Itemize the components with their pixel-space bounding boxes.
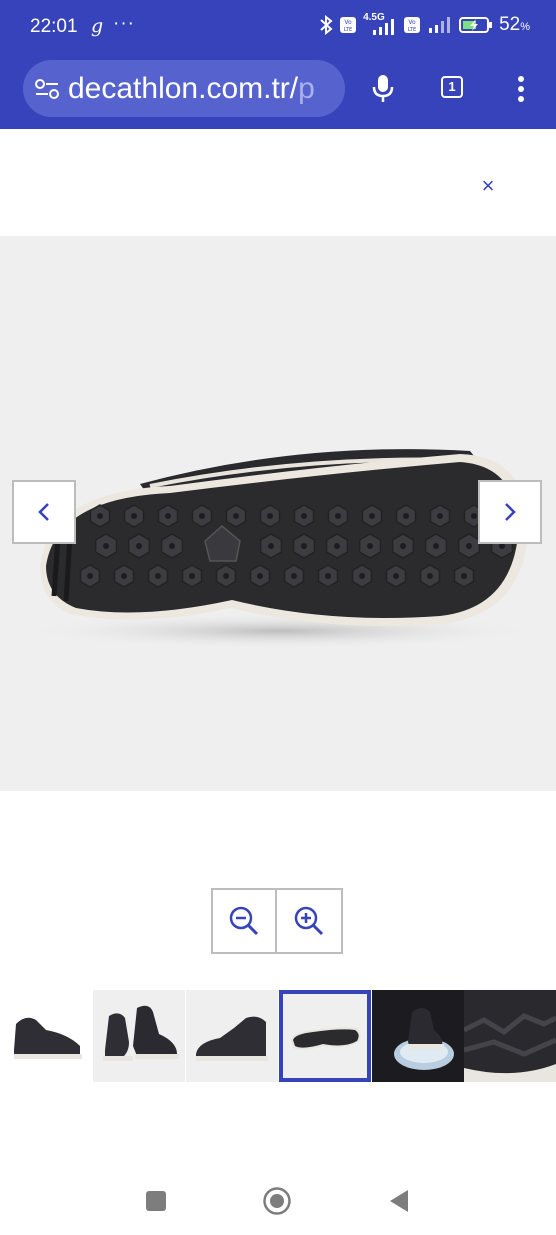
svg-text:Vo: Vo xyxy=(344,19,352,26)
svg-text:LTE: LTE xyxy=(408,27,416,33)
close-viewer-button[interactable]: × xyxy=(474,172,502,200)
g-notification-icon: g xyxy=(91,15,104,37)
svg-text:LTE: LTE xyxy=(344,27,352,33)
thumbnail-shoe-sole[interactable] xyxy=(279,990,371,1082)
svg-text:Vo: Vo xyxy=(408,19,416,26)
product-image-viewer[interactable] xyxy=(0,236,556,791)
chevron-right-icon xyxy=(505,503,516,521)
zoom-in-icon xyxy=(294,906,324,936)
clock: 22:01 xyxy=(30,16,78,37)
battery-charging-icon xyxy=(459,17,493,33)
previous-image-button[interactable] xyxy=(12,480,76,544)
signal-icon xyxy=(429,17,451,33)
thumbnail-shoe-pair[interactable] xyxy=(93,990,185,1082)
volte-icon: VoLTE xyxy=(340,17,357,33)
thumbnail-shoe-on-ice[interactable] xyxy=(372,990,464,1082)
battery-level: 52% xyxy=(499,14,530,35)
signal-4g-icon: 4.5G xyxy=(363,12,397,35)
recents-square-icon[interactable] xyxy=(146,1191,166,1211)
thumbnail-shoe-closeup[interactable] xyxy=(462,990,556,1082)
home-circle-icon[interactable] xyxy=(262,1186,292,1216)
thumbnail-strip[interactable] xyxy=(0,990,556,1082)
chevron-left-icon xyxy=(38,503,49,521)
zoom-out-icon xyxy=(229,906,259,936)
shoe-closeup-image xyxy=(462,990,556,1082)
shoe-sole-thumb-image xyxy=(291,1027,361,1050)
shoe-side-right-image xyxy=(196,1016,268,1061)
thumbnail-shoe-side-left[interactable] xyxy=(0,990,92,1082)
back-triangle-icon[interactable] xyxy=(388,1189,410,1213)
url-text[interactable]: decathlon.com.tr/p xyxy=(68,72,315,106)
thumbnail-shoe-side-right[interactable] xyxy=(186,990,278,1082)
bluetooth-icon xyxy=(320,15,333,35)
overflow-menu-icon[interactable] xyxy=(517,75,525,103)
more-notifications-icon: ··· xyxy=(113,13,135,34)
shoe-on-ice-image xyxy=(394,1008,454,1070)
zoom-out-button[interactable] xyxy=(211,888,277,954)
zoom-in-button[interactable] xyxy=(277,888,343,954)
shoe-side-left-image xyxy=(14,1017,82,1059)
shoe-sole-image xyxy=(20,449,540,649)
next-image-button[interactable] xyxy=(478,480,542,544)
status-icons: Vo LTE 4.5G Vo LTE 52% xyxy=(319,12,530,36)
tab-switcher-button[interactable]: 1 xyxy=(441,76,463,98)
status-bar: 22:01 g ··· Vo LTE 4.5G Vo LTE 52% xyxy=(0,0,556,56)
shoe-pair-image xyxy=(103,1005,179,1061)
browser-chrome: 22:01 g ··· Vo LTE 4.5G Vo LTE 52% decathl… xyxy=(0,0,556,129)
address-bar[interactable]: decathlon.com.tr/p xyxy=(23,60,345,117)
mic-icon[interactable] xyxy=(372,74,394,104)
volte-icon-2: VoLTE xyxy=(404,17,421,33)
site-settings-icon[interactable] xyxy=(34,77,60,101)
